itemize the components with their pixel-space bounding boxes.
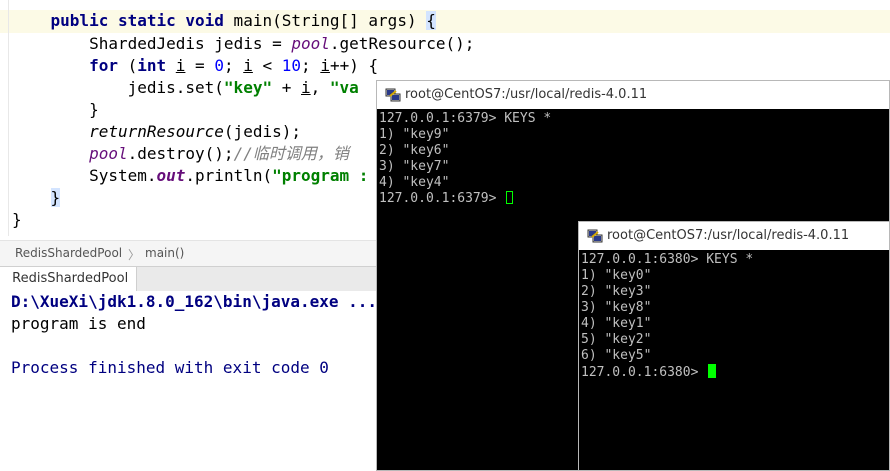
terminal-line: 6) "key5" <box>581 348 652 363</box>
code-text: main(String[] args) <box>223 11 427 30</box>
putty-icon <box>587 229 603 243</box>
field-text: out <box>156 166 186 185</box>
keyword-text: int <box>137 56 167 75</box>
putty-window-6380[interactable]: root@CentOS7:/usr/local/redis-4.0.11 127… <box>578 221 890 471</box>
code-line-10[interactable]: } <box>12 209 22 231</box>
breadcrumb-class[interactable]: RedisShardedPool <box>15 246 122 260</box>
code-text: .println( <box>185 166 273 185</box>
code-text: ( <box>117 56 138 75</box>
run-tab[interactable]: RedisShardedPool <box>0 267 138 291</box>
code-text: .getResource(); <box>329 34 475 53</box>
terminal-line: 4) "key4" <box>379 175 450 190</box>
console-exit-line: Process finished with exit code 0 <box>11 358 329 377</box>
terminal-line: 127.0.0.1:6379> KEYS * <box>379 111 552 126</box>
code-line-4[interactable]: jedis.set("key" + i, "va <box>12 77 359 99</box>
putty-titlebar[interactable]: root@CentOS7:/usr/local/redis-4.0.11 <box>377 81 889 109</box>
string-text: "key" <box>223 78 273 97</box>
code-text: ++) { <box>329 56 379 75</box>
code-line-8[interactable]: System.out.println("program : <box>12 165 368 187</box>
code-text: = <box>185 56 215 75</box>
string-text: "va <box>329 78 359 97</box>
terminal-line: 3) "key8" <box>581 300 652 315</box>
code-line-1[interactable]: public static void main(String[] args) { <box>12 10 436 32</box>
putty-titlebar[interactable]: root@CentOS7:/usr/local/redis-4.0.11 <box>579 222 889 250</box>
field-text: pool <box>89 144 128 163</box>
terminal-prompt: 127.0.0.1:6380> <box>581 365 707 380</box>
loop-variable: i <box>243 56 253 75</box>
keyword-text: for <box>89 56 118 75</box>
loop-variable: i <box>301 78 311 97</box>
terminal-line: 2) "key3" <box>581 284 652 299</box>
console-output-line: program is end <box>11 314 146 333</box>
number-text: 10 <box>281 56 302 75</box>
terminal-prompt-line: 127.0.0.1:6380> <box>581 364 717 380</box>
code-text: jedis.set( <box>127 78 224 97</box>
terminal-line: 2) "key6" <box>379 143 450 158</box>
code-text: , <box>310 78 330 97</box>
code-text: ShardedJedis <box>89 34 215 53</box>
terminal-cursor <box>506 191 514 204</box>
number-text: 0 <box>214 56 224 75</box>
code-text: System. <box>89 166 157 185</box>
terminal-prompt: 127.0.0.1:6379> <box>379 191 505 206</box>
terminal-area[interactable]: 127.0.0.1:6380> KEYS * 1) "key0" 2) "key… <box>581 252 889 470</box>
code-text: .destroy(); <box>127 144 234 163</box>
code-line-6[interactable]: returnResource(jedis); <box>12 121 301 143</box>
brace-highlight: } <box>50 188 61 207</box>
terminal-line: 127.0.0.1:6380> KEYS * <box>581 252 754 267</box>
code-line-2[interactable]: ShardedJedis jedis = pool.getResource(); <box>12 33 474 55</box>
code-line-3[interactable]: for (int i = 0; i < 10; i++) { <box>12 55 378 77</box>
breadcrumb-method[interactable]: main() <box>145 246 184 260</box>
terminal-line: 1) "key0" <box>581 268 652 283</box>
terminal-line: 3) "key7" <box>379 159 450 174</box>
code-text: + <box>272 78 301 97</box>
string-text: "program : <box>272 166 369 185</box>
code-text: } <box>89 100 99 119</box>
putty-title: root@CentOS7:/usr/local/redis-4.0.11 <box>405 87 648 102</box>
field-text: pool <box>291 34 330 53</box>
code-text: < <box>252 56 282 75</box>
code-text: jedis <box>214 34 263 53</box>
code-line-5[interactable]: } <box>12 99 99 121</box>
loop-variable: i <box>175 56 186 75</box>
code-text: } <box>12 210 22 229</box>
keyword-text: public static void <box>50 11 224 30</box>
console-command-line: D:\XueXi\jdk1.8.0_162\bin\java.exe ... <box>11 292 378 311</box>
terminal-line: 1) "key9" <box>379 127 450 142</box>
run-tab-label: RedisShardedPool <box>12 271 129 286</box>
code-text: ; <box>223 56 244 75</box>
code-text: (jedis); <box>223 122 301 141</box>
code-text: ; <box>301 56 321 75</box>
terminal-line: 5) "key2" <box>581 332 652 347</box>
terminal-cursor <box>708 364 717 378</box>
editor-gutter <box>8 0 9 236</box>
code-line-7[interactable]: pool.destroy();//临时调用，销 <box>12 143 349 165</box>
code-text: = <box>262 34 292 53</box>
terminal-line: 4) "key1" <box>581 316 652 331</box>
method-text: returnResource <box>89 122 224 141</box>
breadcrumb-separator: 〉 <box>128 248 141 262</box>
putty-title: root@CentOS7:/usr/local/redis-4.0.11 <box>607 228 850 243</box>
putty-icon <box>385 88 401 102</box>
comment-text: //临时调用，销 <box>233 144 349 163</box>
terminal-prompt-line: 127.0.0.1:6379> <box>379 191 514 207</box>
loop-variable: i <box>320 56 330 75</box>
code-line-9[interactable]: } <box>12 187 61 209</box>
brace-highlight: { <box>426 11 436 30</box>
